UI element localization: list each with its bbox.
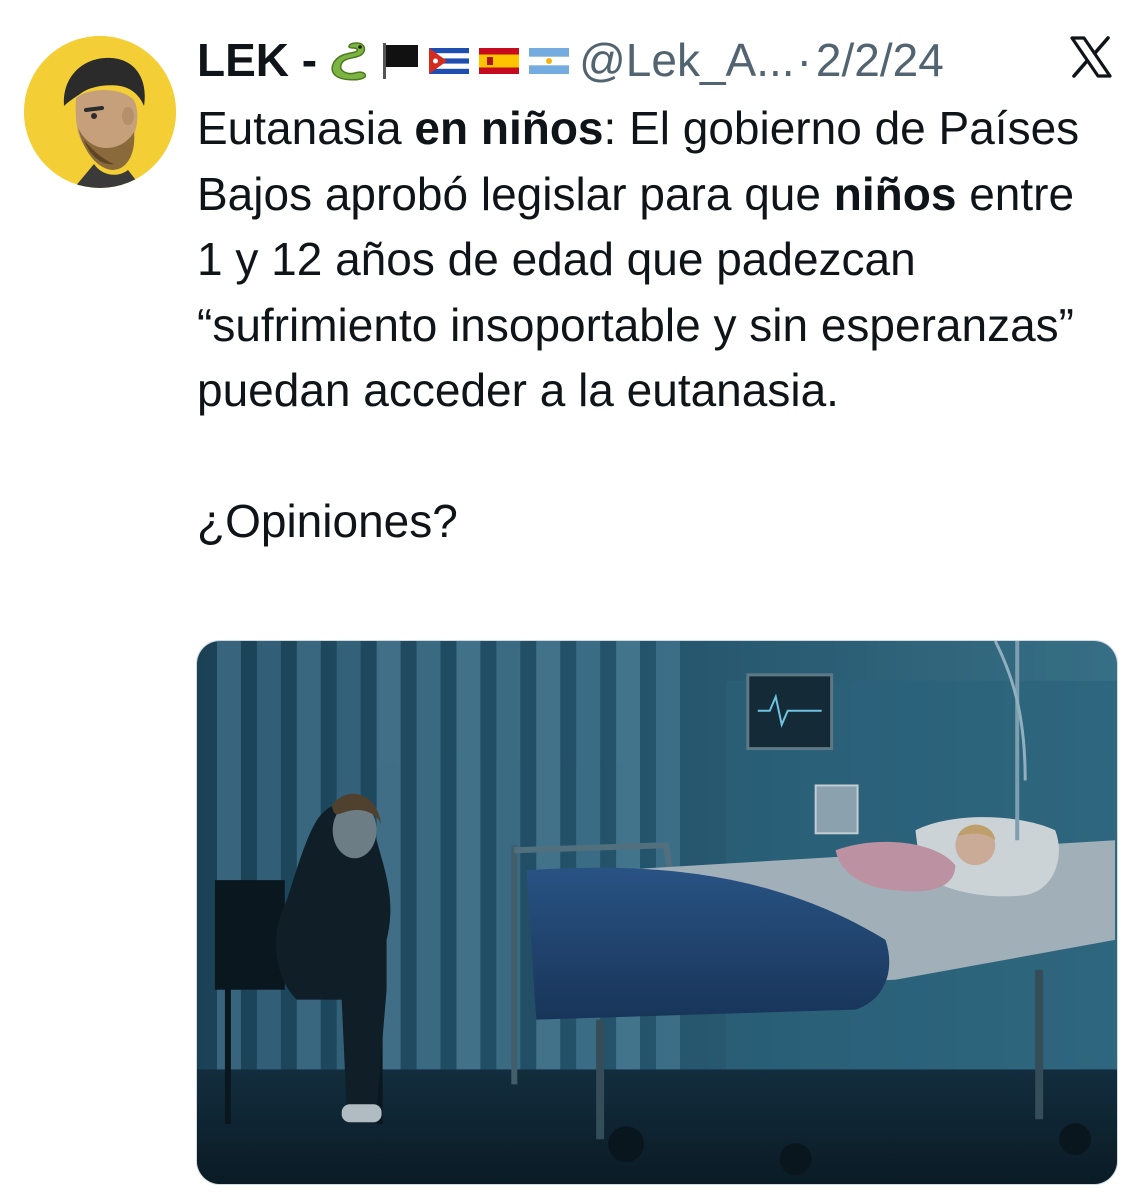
text-segment: Eutanasia xyxy=(197,102,415,154)
bold-text-segment: en niños xyxy=(414,102,604,154)
black-flag-emoji-icon xyxy=(383,43,419,79)
x-logo-icon[interactable] xyxy=(1068,34,1114,80)
tweet-media[interactable] xyxy=(196,640,1118,1185)
avatar[interactable] xyxy=(24,36,176,188)
author-name[interactable]: LEK - xyxy=(197,33,317,87)
tweet-header: LEK - @Lek_A... · 2/2/24 xyxy=(197,30,944,90)
tweet-text: Eutanasia en niños: El gobierno de Paíse… xyxy=(197,96,1097,555)
bold-text-segment: niños xyxy=(833,167,957,220)
author-handle[interactable]: @Lek_A... xyxy=(579,33,794,87)
hospital-room-image xyxy=(197,641,1117,1184)
bearded-man-avatar-icon xyxy=(24,36,176,188)
cuba-flag-emoji-icon xyxy=(429,48,470,74)
spain-flag-emoji-icon xyxy=(479,48,520,74)
tweet-question: ¿Opiniones? xyxy=(197,495,458,547)
snake-emoji-icon xyxy=(331,42,367,81)
author-emojis xyxy=(327,37,571,83)
tweet-date[interactable]: 2/2/24 xyxy=(816,33,944,87)
tweet[interactable]: LEK - @Lek_A... · 2/2/24 Eutanasia en ni… xyxy=(0,0,1143,1200)
tweet-paragraph: Eutanasia en niños: El gobierno de Paíse… xyxy=(197,96,1097,424)
separator-dot: · xyxy=(796,34,812,86)
argentina-flag-emoji-icon xyxy=(529,48,570,74)
